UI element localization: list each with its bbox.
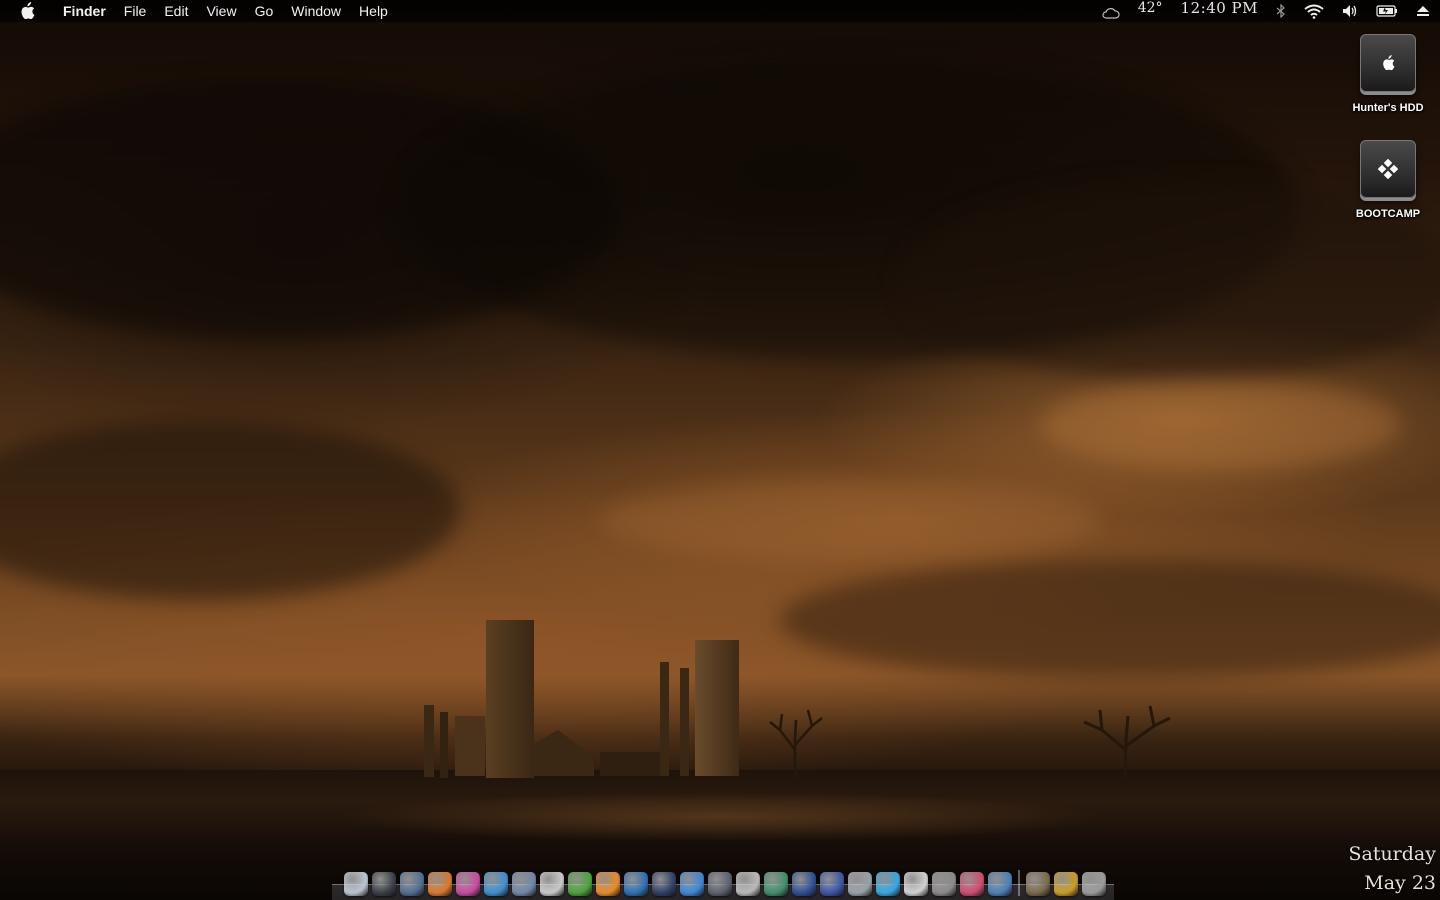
menu-app-name[interactable]: Finder xyxy=(54,0,115,22)
globe-icon[interactable] xyxy=(484,872,508,896)
chat-icon[interactable] xyxy=(876,872,900,896)
ruin-tower xyxy=(695,640,739,776)
cloud-shape xyxy=(780,560,1440,680)
date-widget: Saturday May 23 xyxy=(1348,840,1436,898)
trash-icon[interactable] xyxy=(1082,872,1106,896)
menu-help[interactable]: Help xyxy=(350,0,397,22)
phone-icon[interactable] xyxy=(848,872,872,896)
compass-icon[interactable] xyxy=(400,872,424,896)
ruin-wall xyxy=(455,716,485,776)
utorrent-icon[interactable] xyxy=(568,872,592,896)
word-icon[interactable] xyxy=(820,872,844,896)
speaker-icon[interactable] xyxy=(1342,4,1358,18)
apple-drive-icon xyxy=(1360,34,1416,92)
dock-separator xyxy=(1018,870,1020,896)
menu-go[interactable]: Go xyxy=(246,0,283,22)
vlc-icon[interactable] xyxy=(596,872,620,896)
battery-icon[interactable] xyxy=(1376,5,1398,17)
gear-icon[interactable] xyxy=(932,872,956,896)
xcode-icon[interactable] xyxy=(708,872,732,896)
bowl-icon[interactable] xyxy=(736,872,760,896)
menu-window[interactable]: Window xyxy=(282,0,350,22)
ruin-pillar xyxy=(680,668,689,776)
wifi-icon[interactable] xyxy=(1304,4,1324,19)
applications-folder-icon[interactable] xyxy=(1026,872,1050,896)
drive-hunters-hdd[interactable]: Hunter's HDD xyxy=(1340,34,1436,114)
facebook-icon[interactable] xyxy=(792,872,816,896)
drive-label: BOOTCAMP xyxy=(1355,208,1421,220)
ruin-tower xyxy=(486,620,534,778)
ruin-pillar xyxy=(440,712,448,778)
dock xyxy=(338,858,1108,900)
windows-drive-icon xyxy=(1360,140,1416,198)
cloud-icon[interactable] xyxy=(1102,7,1120,19)
downloads-folder-icon[interactable] xyxy=(1054,872,1078,896)
drive-label: Hunter's HDD xyxy=(1352,102,1424,114)
menu-clock[interactable]: 12:40 PM xyxy=(1181,0,1258,17)
bluetooth-icon[interactable] xyxy=(1276,4,1286,18)
menu-edit[interactable]: Edit xyxy=(155,0,197,22)
dashboard-icon[interactable] xyxy=(372,872,396,896)
dead-tree xyxy=(1083,705,1171,780)
apple-icon xyxy=(21,2,35,20)
finder-icon[interactable] xyxy=(344,872,368,896)
calendar-icon[interactable] xyxy=(540,872,564,896)
cloud-shape xyxy=(0,420,460,600)
drive-bootcamp[interactable]: BOOTCAMP xyxy=(1340,140,1436,220)
cloud-shape xyxy=(600,480,1100,560)
ruin-rubble xyxy=(534,730,594,776)
ruin-pillar xyxy=(424,705,434,777)
date-month-day: May 23 xyxy=(1364,872,1436,894)
desktop: Finder File Edit View Go Window Help 42°… xyxy=(0,0,1440,900)
pen-icon[interactable] xyxy=(960,872,984,896)
menu-bar: Finder File Edit View Go Window Help 42°… xyxy=(0,0,1440,22)
eject-icon[interactable] xyxy=(1416,5,1430,17)
ruin-rubble xyxy=(600,752,660,776)
printer-icon[interactable] xyxy=(904,872,928,896)
apple-menu[interactable] xyxy=(0,0,54,22)
water-reflection xyxy=(330,792,1110,842)
status-area: 42° 12:40 PM xyxy=(1102,0,1430,22)
dead-tree xyxy=(769,709,823,778)
monitor-icon[interactable] xyxy=(988,872,1012,896)
temperature-readout[interactable]: 42° xyxy=(1138,0,1163,16)
firefox-icon[interactable] xyxy=(428,872,452,896)
safari-icon[interactable] xyxy=(680,872,704,896)
earth-icon[interactable] xyxy=(764,872,788,896)
itunes-icon[interactable] xyxy=(652,872,676,896)
network-icon[interactable] xyxy=(624,872,648,896)
menu-file[interactable]: File xyxy=(115,0,156,22)
ruin-pillar xyxy=(660,662,669,776)
cloud-shape xyxy=(1040,380,1400,470)
menu-view[interactable]: View xyxy=(197,0,245,22)
mail-icon[interactable] xyxy=(512,872,536,896)
color-wheel-icon[interactable] xyxy=(456,872,480,896)
date-day: Saturday xyxy=(1348,843,1436,865)
